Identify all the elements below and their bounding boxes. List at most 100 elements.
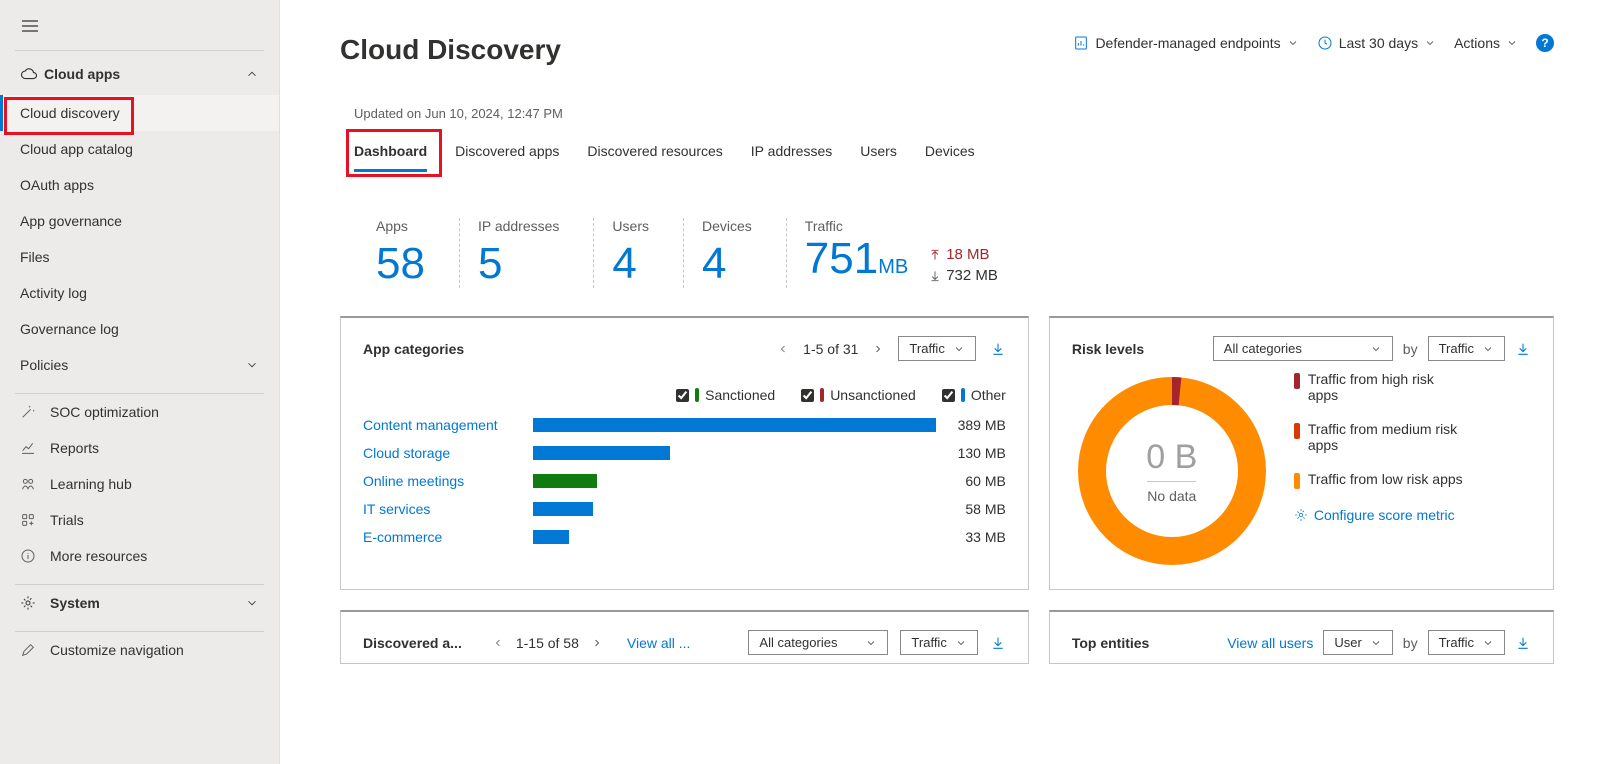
download-icon[interactable] <box>1515 341 1531 357</box>
actions-label: Actions <box>1454 35 1500 51</box>
sort-select[interactable]: Traffic <box>898 336 975 361</box>
category-label: All categories <box>1224 341 1302 356</box>
bar-track <box>533 530 936 544</box>
category-select[interactable]: All categories <box>1213 336 1393 361</box>
bar-label[interactable]: Content management <box>363 417 533 433</box>
sidebar-item-trials[interactable]: Trials <box>0 502 279 538</box>
chevron-down-icon <box>1424 37 1436 49</box>
bar-fill <box>533 418 936 432</box>
sort-select[interactable]: Traffic <box>1428 336 1505 361</box>
sidebar-item-system[interactable]: System <box>0 585 279 621</box>
bar-value: 389 MB <box>936 417 1006 433</box>
configure-score-link[interactable]: Configure score metric <box>1294 507 1464 523</box>
report-icon <box>1073 35 1089 51</box>
category-bars: Content management389 MBCloud storage130… <box>363 417 1006 545</box>
chevron-down-icon <box>245 358 259 372</box>
legend-label: Traffic from medium risk apps <box>1308 421 1464 453</box>
sidebar-item-cloud-app-catalog[interactable]: Cloud app catalog <box>0 131 279 167</box>
tab-discovered-apps[interactable]: Discovered apps <box>455 137 559 172</box>
arrow-down-icon <box>928 269 942 283</box>
sidebar-item-label: Policies <box>20 357 68 373</box>
sidebar-item-app-governance[interactable]: App governance <box>0 203 279 239</box>
sidebar-item-label: Learning hub <box>50 476 132 492</box>
tab-users[interactable]: Users <box>860 137 897 172</box>
tab-discovered-resources[interactable]: Discovered resources <box>587 137 722 172</box>
bar-label[interactable]: Cloud storage <box>363 445 533 461</box>
sidebar-item-files[interactable]: Files <box>0 239 279 275</box>
bar-fill <box>533 530 569 544</box>
bar-track <box>533 502 936 516</box>
cloud-apps-section[interactable]: Cloud apps <box>0 51 279 95</box>
bar-value: 58 MB <box>936 501 1006 517</box>
view-all-link[interactable]: View all ... <box>627 635 691 651</box>
bar-row: Content management 389 MB <box>363 417 1006 433</box>
stats-row: Apps 58 IP addresses 5 Users 4 Devices 4… <box>354 218 1554 288</box>
help-icon[interactable]: ? <box>1536 34 1554 52</box>
sort-select[interactable]: Traffic <box>1428 630 1505 655</box>
bar-label[interactable]: IT services <box>363 501 533 517</box>
bar-row: E-commerce 33 MB <box>363 529 1006 545</box>
traffic-up: 18 MB <box>946 246 989 263</box>
tab-dashboard[interactable]: Dashboard <box>354 137 427 172</box>
sidebar-item-label: Reports <box>50 440 99 456</box>
sidebar-item-customize[interactable]: Customize navigation <box>0 632 279 668</box>
hamburger-menu[interactable] <box>0 10 279 50</box>
sort-select[interactable]: Traffic <box>900 630 977 655</box>
bar-value: 60 MB <box>936 473 1006 489</box>
legend-sanctioned[interactable]: Sanctioned <box>676 387 775 403</box>
stat-traffic[interactable]: Traffic 751MB 18 MB 732 MB <box>786 218 1032 288</box>
pager-text: 1-5 of 31 <box>803 341 858 357</box>
sidebar-item-activity-log[interactable]: Activity log <box>0 275 279 311</box>
sidebar-section-label: Cloud apps <box>44 66 120 82</box>
cloud-icon <box>20 65 44 83</box>
view-all-users-link[interactable]: View all users <box>1227 635 1313 651</box>
category-select[interactable]: All categories <box>748 630 888 655</box>
stat-users[interactable]: Users 4 <box>593 218 683 288</box>
panel-title: Top entities <box>1072 635 1150 651</box>
date-range-selector[interactable]: Last 30 days <box>1317 35 1436 51</box>
bar-label[interactable]: Online meetings <box>363 473 533 489</box>
bar-row: Online meetings 60 MB <box>363 473 1006 489</box>
bar-label[interactable]: E-commerce <box>363 529 533 545</box>
sort-label: Traffic <box>909 341 944 356</box>
sidebar-item-more[interactable]: More resources <box>0 538 279 574</box>
download-icon[interactable] <box>990 635 1006 651</box>
legend-unsanctioned[interactable]: Unsanctioned <box>801 387 916 403</box>
sidebar-item-cloud-discovery[interactable]: Cloud discovery <box>0 95 279 131</box>
actions-menu[interactable]: Actions <box>1454 35 1518 51</box>
pager-next[interactable] <box>872 343 884 355</box>
bar-track <box>533 474 936 488</box>
stat-apps[interactable]: Apps 58 <box>354 218 459 288</box>
stat-devices[interactable]: Devices 4 <box>683 218 786 288</box>
sidebar-item-oauth-apps[interactable]: OAuth apps <box>0 167 279 203</box>
tab-devices[interactable]: Devices <box>925 137 975 172</box>
learning-icon <box>20 476 50 492</box>
sidebar-item-learning[interactable]: Learning hub <box>0 466 279 502</box>
bar-value: 33 MB <box>936 529 1006 545</box>
sidebar-item-governance-log[interactable]: Governance log <box>0 311 279 347</box>
stat-ip[interactable]: IP addresses 5 <box>459 218 593 288</box>
sidebar-item-reports[interactable]: Reports <box>0 430 279 466</box>
sidebar-item-label: System <box>50 595 100 611</box>
by-label: by <box>1403 635 1418 651</box>
bar-fill <box>533 446 670 460</box>
entity-type-select[interactable]: User <box>1323 630 1392 655</box>
pager-prev[interactable] <box>492 637 504 649</box>
download-icon[interactable] <box>1515 635 1531 651</box>
stat-value: 4 <box>612 240 649 288</box>
tab-ip-addresses[interactable]: IP addresses <box>751 137 832 172</box>
sidebar-item-soc[interactable]: SOC optimization <box>0 394 279 430</box>
pager-prev[interactable] <box>777 343 789 355</box>
sidebar: Cloud apps Cloud discovery Cloud app cat… <box>0 0 280 764</box>
pager-text: 1-15 of 58 <box>516 635 579 651</box>
download-icon[interactable] <box>990 341 1006 357</box>
risk-donut: 0 B No data <box>1072 371 1272 571</box>
sidebar-item-policies[interactable]: Policies <box>0 347 279 383</box>
legend-label: Traffic from low risk apps <box>1308 471 1463 487</box>
bar-track <box>533 446 936 460</box>
source-selector[interactable]: Defender-managed endpoints <box>1073 35 1298 51</box>
legend-other[interactable]: Other <box>942 387 1006 403</box>
pager-next[interactable] <box>591 637 603 649</box>
page-title: Cloud Discovery <box>340 34 561 66</box>
discovered-apps-panel: Discovered a... 1-15 of 58 View all ... … <box>340 610 1029 664</box>
